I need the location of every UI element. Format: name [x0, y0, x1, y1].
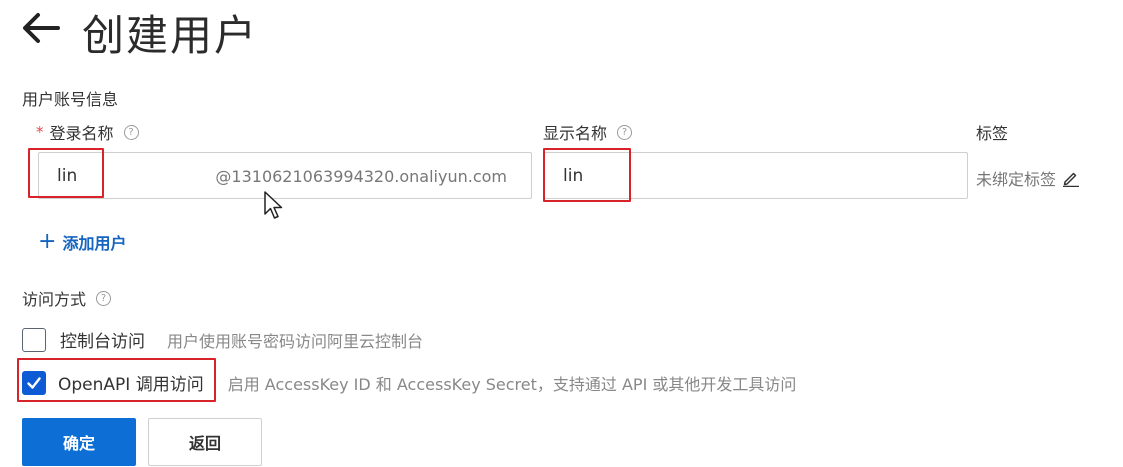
option-console-access[interactable]: 控制台访问 用户使用账号密码访问阿里云控制台: [22, 327, 423, 352]
tags-value: 未绑定标签: [976, 170, 1057, 189]
question-circle-icon[interactable]: ?: [96, 290, 112, 306]
login-name-label: 登录名称: [49, 124, 114, 143]
add-user-label: 添加用户: [62, 234, 127, 253]
openapi-access-checkbox[interactable]: [22, 370, 46, 395]
arrow-left-icon[interactable]: [20, 10, 62, 46]
openapi-access-description: 启用 AccessKey ID 和 AccessKey Secret，支持通过 …: [227, 374, 797, 394]
display-name-input[interactable]: lin: [544, 152, 968, 199]
page-title: 创建用户: [82, 11, 259, 60]
openapi-access-label: OpenAPI 调用访问: [58, 375, 204, 395]
confirm-button[interactable]: 确定: [22, 418, 136, 466]
option-openapi-access[interactable]: OpenAPI 调用访问 启用 AccessKey ID 和 AccessKey…: [22, 370, 796, 395]
check-icon: [27, 376, 41, 389]
tags-label: 标签: [976, 124, 1009, 143]
add-user-button[interactable]: + 添加用户: [38, 230, 126, 254]
login-name-label-row: * 登录名称 ?: [36, 120, 139, 144]
console-access-label: 控制台访问: [60, 332, 145, 352]
pencil-icon[interactable]: [1062, 169, 1080, 187]
user-info-section-label: 用户账号信息: [22, 90, 119, 109]
access-section-label-row: 访问方式 ?: [22, 286, 112, 310]
mouse-cursor-icon: [264, 191, 283, 219]
console-access-description: 用户使用账号密码访问阿里云控制台: [167, 331, 424, 351]
display-name-label-row: 显示名称 ?: [543, 120, 633, 144]
login-domain-suffix: @1310621063994320.onaliyun.com: [215, 167, 507, 186]
console-access-checkbox[interactable]: [22, 327, 46, 352]
required-mark: *: [36, 123, 44, 141]
login-name-value: lin: [57, 166, 78, 186]
question-circle-icon[interactable]: ?: [617, 124, 633, 140]
back-button[interactable]: 返回: [148, 418, 262, 466]
display-name-value: lin: [563, 166, 584, 186]
access-section-label: 访问方式: [22, 290, 87, 309]
display-name-label: 显示名称: [543, 124, 608, 143]
tags-value-row[interactable]: 未绑定标签: [976, 166, 1080, 190]
plus-icon: +: [38, 229, 57, 254]
create-user-page: 创建用户 用户账号信息 * 登录名称 ? lin @13106210639943…: [0, 0, 1123, 467]
question-circle-icon[interactable]: ?: [123, 124, 139, 140]
